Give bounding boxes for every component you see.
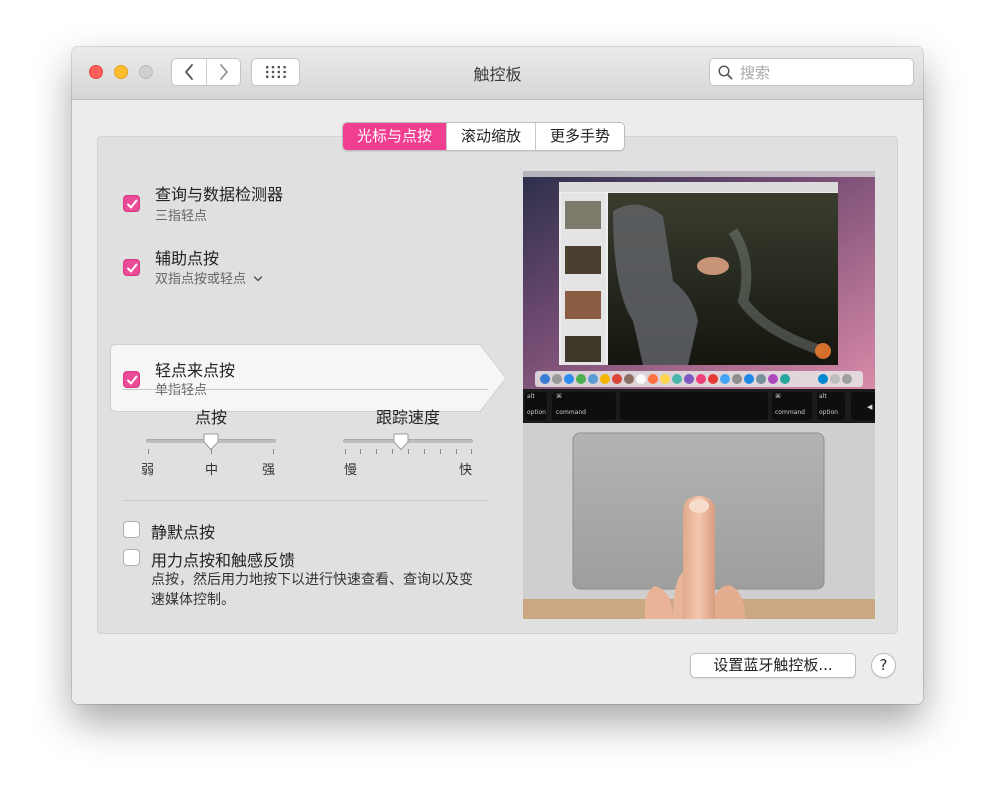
click-tick [211,449,212,454]
chevron-down-icon [253,276,263,282]
tracking-tick [392,449,393,454]
search-icon [718,65,733,80]
gesture-preview: ◀ alt option ⌘ command ⌘ command alt option [523,171,875,619]
tracking-tick [440,449,441,454]
svg-text:◀: ◀ [867,403,873,411]
lookup-subtitle: 三指轻点 [155,209,208,224]
tab-scroll-zoom[interactable]: 滚动缩放 [446,123,535,150]
tap-to-click-title: 轻点来点按 [155,361,236,380]
force-click-description-line1: 点按，然后用力地按下以进行快速查看、查询以及变 [151,572,473,588]
tab-bar: 光标与点按 滚动缩放 更多手势 [342,122,626,151]
click-slider-label: 点按 [194,408,227,427]
search-field[interactable] [709,58,914,86]
title-bar: 触控板 [72,47,923,100]
force-click-description: 点按，然后用力地按下以进行快速查看、查询以及变 速媒体控制。 [151,570,496,610]
option-tap-to-click[interactable]: 轻点来点按 单指轻点 [110,344,507,412]
tracking-tick [424,449,425,454]
key-command-right: ⌘ command [775,393,805,416]
tracking-min-label: 慢 [344,463,358,478]
tracking-slider-label: 跟踪速度 [375,408,440,427]
tracking-tick [360,449,361,454]
secondary-click-title: 辅助点按 [155,249,220,268]
silent-click-title: 静默点按 [151,523,216,542]
click-min-label: 弱 [141,463,155,478]
tab-more-gestures[interactable]: 更多手势 [535,123,624,150]
checkmark-icon [127,199,138,209]
click-tick [273,449,274,454]
tracking-slider-thumb[interactable] [393,433,409,451]
click-tick [148,449,149,454]
tab-content-panel: 查询与数据检测器 三指轻点 辅助点按 双指点按或轻点 轻点来点按 单指轻点 点按… [97,136,898,634]
lookup-checkbox[interactable] [123,195,140,212]
click-mid-label: 中 [205,463,219,478]
preferences-window: 触控板 光标与点按 滚动缩放 更多手势 查询与数据检测器 三指轻点 辅助点按 双… [72,47,923,704]
divider-top [123,389,488,390]
key-option-left: alt option [527,393,546,416]
tracking-tick [456,449,457,454]
divider-bottom [123,500,488,501]
secondary-click-mode: 双指点按或轻点 [155,272,247,287]
force-click-checkbox[interactable] [123,549,140,566]
tap-to-click-checkbox[interactable] [123,371,140,388]
search-input[interactable] [738,62,912,84]
silent-click-checkbox[interactable] [123,521,140,538]
key-command-left: ⌘ command [556,393,586,416]
key-option-right: alt option [819,393,838,416]
tracking-tick [376,449,377,454]
secondary-click-subtitle[interactable]: 双指点按或轻点 [155,268,263,287]
force-click-title: 用力点按和触感反馈 [151,551,296,570]
tracking-tick [345,449,346,454]
checkmark-icon [127,375,138,385]
tracking-tick [471,449,472,454]
force-click-description-line2: 速媒体控制。 [151,592,235,608]
tab-point-click[interactable]: 光标与点按 [343,123,447,150]
tracking-max-label: 快 [459,463,473,478]
setup-bluetooth-trackpad-button[interactable]: 设置蓝牙触控板... [690,653,856,678]
click-max-label: 强 [262,463,276,478]
checkmark-icon [127,263,138,273]
lookup-title: 查询与数据检测器 [155,185,284,204]
help-button[interactable]: ? [871,653,896,678]
secondary-click-checkbox[interactable] [123,259,140,276]
tracking-tick [408,449,409,454]
